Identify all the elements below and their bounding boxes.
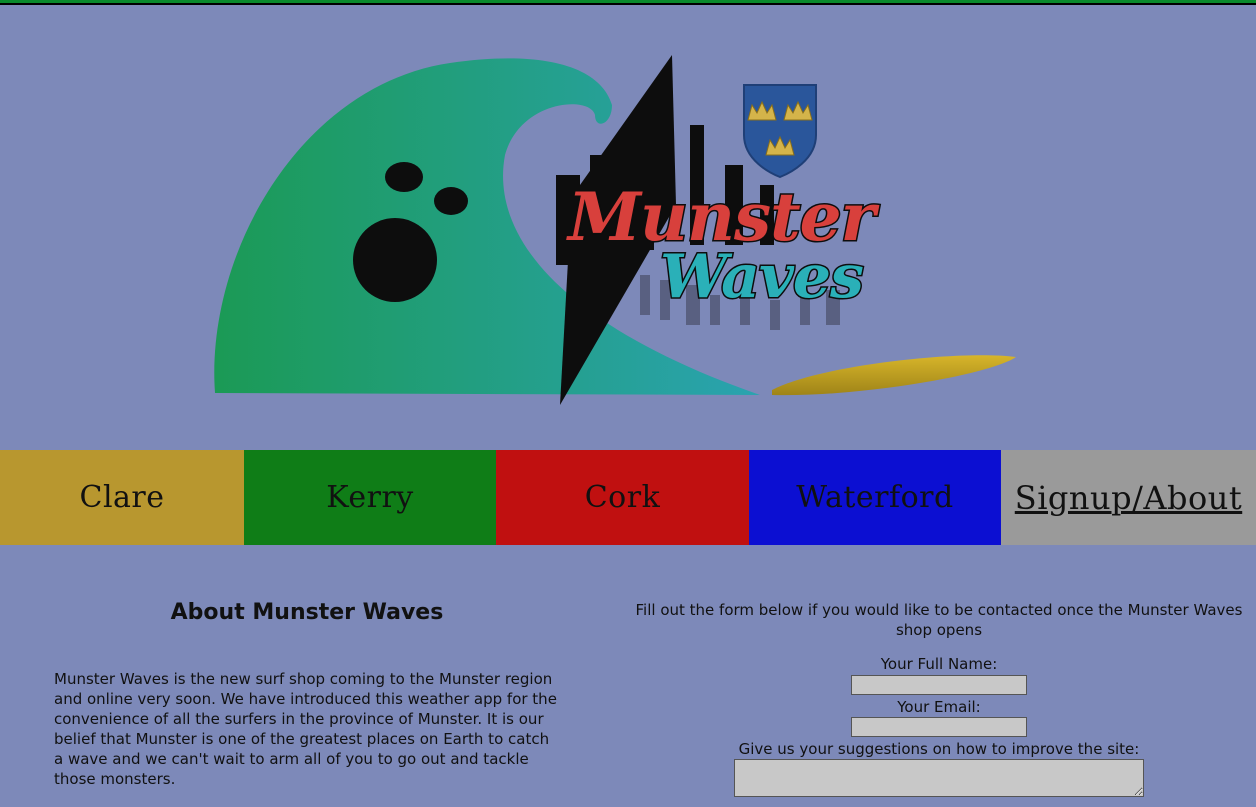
suggestions-label: Give us your suggestions on how to impro… <box>738 740 1140 758</box>
hero-banner: Munster Waves <box>0 5 1256 450</box>
bubble-medium <box>385 162 423 192</box>
full-name-input[interactable] <box>851 674 1027 695</box>
nav-item-kerry[interactable]: Kerry <box>244 450 496 545</box>
suggestions-textarea[interactable] <box>734 759 1144 797</box>
email-label: Your Email: <box>897 697 981 716</box>
surfboard <box>772 355 1016 396</box>
nav-item-cork[interactable]: Cork <box>496 450 749 545</box>
signup-intro: Fill out the form below if you would lik… <box>635 601 1243 639</box>
about-section: About Munster Waves Munster Waves is the… <box>54 600 560 789</box>
signup-form: Your Full Name: Your Email: Give us your… <box>634 654 1244 802</box>
nav-item-signup-about[interactable]: Signup/About <box>1001 450 1256 545</box>
munster-waves-logo: Munster Waves <box>214 55 1016 405</box>
nav-item-waterford[interactable]: Waterford <box>749 450 1001 545</box>
crown-icon <box>747 100 777 121</box>
about-body: Munster Waves is the new surf shop comin… <box>54 670 557 788</box>
munster-shield <box>743 84 817 179</box>
crown-icon <box>783 100 813 121</box>
crown-icon <box>765 135 795 156</box>
logo-word-waves: Waves <box>660 242 863 312</box>
bubble-large <box>353 218 437 302</box>
county-nav: Clare Kerry Cork Waterford Signup/About <box>0 450 1256 545</box>
full-name-label: Your Full Name: <box>880 655 998 673</box>
email-input[interactable] <box>851 717 1027 737</box>
signup-section: Fill out the form below if you would lik… <box>634 600 1244 802</box>
about-title: About Munster Waves <box>170 600 444 625</box>
bubble-small <box>434 187 468 215</box>
nav-item-clare[interactable]: Clare <box>0 450 244 545</box>
